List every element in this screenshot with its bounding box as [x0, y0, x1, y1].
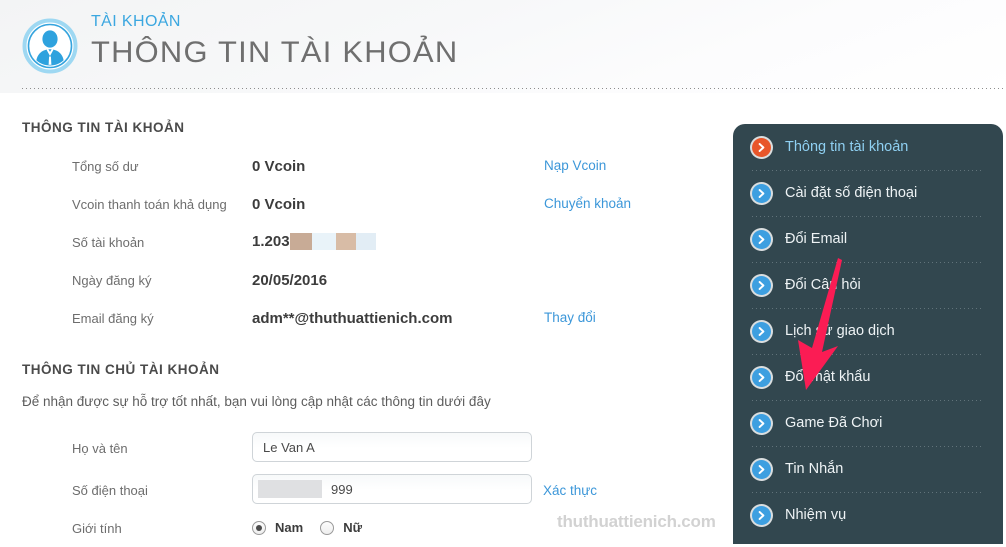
phone-number-mask: [258, 480, 322, 498]
fullname-row: Họ và tên: [0, 429, 733, 471]
sidebar-item-label: Cài đặt số điện thoại: [785, 185, 918, 201]
sidebar-item-messages[interactable]: Tin Nhắn: [733, 446, 1003, 492]
page-header: TÀI KHOẢN THÔNG TIN TÀI KHOẢN: [0, 0, 1006, 93]
gender-label-female: Nữ: [343, 520, 362, 535]
table-row: Vcoin thanh toán khả dụng 0 Vcoin Chuyển…: [0, 185, 733, 223]
row-action-cell: [543, 223, 733, 261]
row-label: Vcoin thanh toán khả dụng: [72, 196, 227, 212]
change-email-link[interactable]: Thay đổi: [544, 310, 596, 325]
chevron-right-circle-icon: [752, 367, 771, 387]
sidebar-item-played-games[interactable]: Game Đã Chơi: [733, 400, 1003, 446]
phone-row: Số điện thoại Xác thực: [0, 471, 733, 513]
owner-section-heading: THÔNG TIN CHỦ TÀI KHOẢN: [22, 362, 220, 377]
gender-label: Giới tính: [72, 521, 122, 536]
sidebar-item-phone-settings[interactable]: Cài đặt số điện thoại: [733, 170, 1003, 216]
sidebar-item-label: Lịch sử giao dịch: [785, 323, 895, 339]
chevron-right-circle-icon: [752, 505, 771, 525]
row-action-cell: [543, 261, 733, 299]
phone-action-cell: Xác thực: [543, 482, 597, 500]
owner-section-note: Để nhận được sự hỗ trợ tốt nhất, bạn vui…: [22, 394, 491, 409]
chevron-right-circle-icon: [752, 137, 771, 157]
chevron-right-circle-icon: [752, 459, 771, 479]
table-row: Tổng số dư 0 Vcoin Nạp Vcoin: [0, 147, 733, 185]
phone-label: Số điện thoại: [72, 483, 148, 498]
sidebar-item-label: Đổi Email: [785, 231, 848, 247]
table-row: Email đăng ký adm**@thuthuattienich.com …: [0, 299, 733, 337]
sidebar-item-label: Nhiệm vụ: [785, 507, 847, 523]
gender-radio-male[interactable]: [252, 520, 266, 535]
sidebar-item-change-email[interactable]: Đổi Email: [733, 216, 1003, 262]
account-menu-sidebar: Thông tin tài khoản Cài đặt số điện thoạ…: [733, 124, 1003, 544]
row-value: 20/05/2016: [252, 271, 328, 289]
fullname-input[interactable]: [252, 432, 532, 462]
gender-label-male: Nam: [275, 520, 304, 535]
row-label: Tổng số dư: [72, 158, 139, 174]
row-value-masked: 1.203: [251, 223, 543, 261]
account-number-mask: [289, 232, 376, 250]
sidebar-item-tasks[interactable]: Nhiệm vụ: [733, 492, 1003, 538]
sidebar-item-change-password[interactable]: Đổi mật khẩu: [733, 354, 1003, 400]
row-value: 0 Vcoin: [252, 157, 306, 175]
transfer-link[interactable]: Chuyển khoản: [544, 196, 631, 211]
sidebar-item-account-info[interactable]: Thông tin tài khoản: [733, 124, 1003, 170]
account-info-page: TÀI KHOẢN THÔNG TIN TÀI KHOẢN THÔNG TIN …: [0, 0, 1006, 544]
row-action-cell: Thay đổi: [543, 299, 733, 337]
account-number-visible: 1.203: [252, 233, 290, 251]
page-kicker: TÀI KHOẢN: [91, 13, 181, 30]
account-section-heading: THÔNG TIN TÀI KHOẢN: [22, 120, 185, 135]
row-label: Ngày đăng ký: [72, 272, 152, 288]
sidebar-item-label: Đổi mật khẩu: [785, 369, 871, 385]
header-divider: [22, 88, 1006, 89]
gender-radio-group: Nam Nữ: [252, 520, 370, 535]
sidebar-item-change-question[interactable]: Đổi Câu hỏi: [733, 262, 1003, 308]
row-action-cell: Nạp Vcoin: [543, 147, 733, 185]
sidebar-item-label: Game Đã Chơi: [785, 415, 883, 431]
sidebar-item-label: Đổi Câu hỏi: [785, 277, 861, 293]
gender-radio-female[interactable]: [320, 520, 335, 535]
account-info-table: Tổng số dư 0 Vcoin Nạp Vcoin Vcoin thanh…: [0, 147, 733, 337]
user-avatar-icon: [22, 18, 78, 74]
table-row: Số tài khoản 1.203: [0, 223, 733, 261]
sidebar-item-label: Tin Nhắn: [785, 461, 844, 477]
site-watermark: thuthuattienich.com: [557, 512, 716, 531]
chevron-right-circle-icon: [752, 321, 771, 341]
chevron-right-circle-icon: [752, 183, 771, 203]
sidebar-item-label: Thông tin tài khoản: [785, 139, 909, 155]
row-value: adm**@thuthuattienich.com: [252, 309, 453, 327]
page-title: THÔNG TIN TÀI KHOẢN: [91, 36, 459, 69]
table-row: Ngày đăng ký 20/05/2016: [0, 261, 733, 299]
chevron-right-circle-icon: [752, 229, 771, 249]
row-value: 0 Vcoin: [252, 195, 306, 213]
page-title-block: TÀI KHOẢN THÔNG TIN TÀI KHOẢN: [91, 12, 457, 72]
verify-phone-link[interactable]: Xác thực: [543, 483, 597, 498]
chevron-right-circle-icon: [752, 275, 771, 295]
topup-vcoin-link[interactable]: Nạp Vcoin: [544, 158, 606, 173]
fullname-label: Họ và tên: [72, 441, 128, 456]
row-label: Số tài khoản: [72, 234, 145, 250]
row-label: Email đăng ký: [72, 310, 154, 326]
sidebar-item-transaction-history[interactable]: Lịch sử giao dịch: [733, 308, 1003, 354]
row-action-cell: Chuyển khoản: [543, 185, 733, 223]
chevron-right-circle-icon: [752, 413, 771, 433]
